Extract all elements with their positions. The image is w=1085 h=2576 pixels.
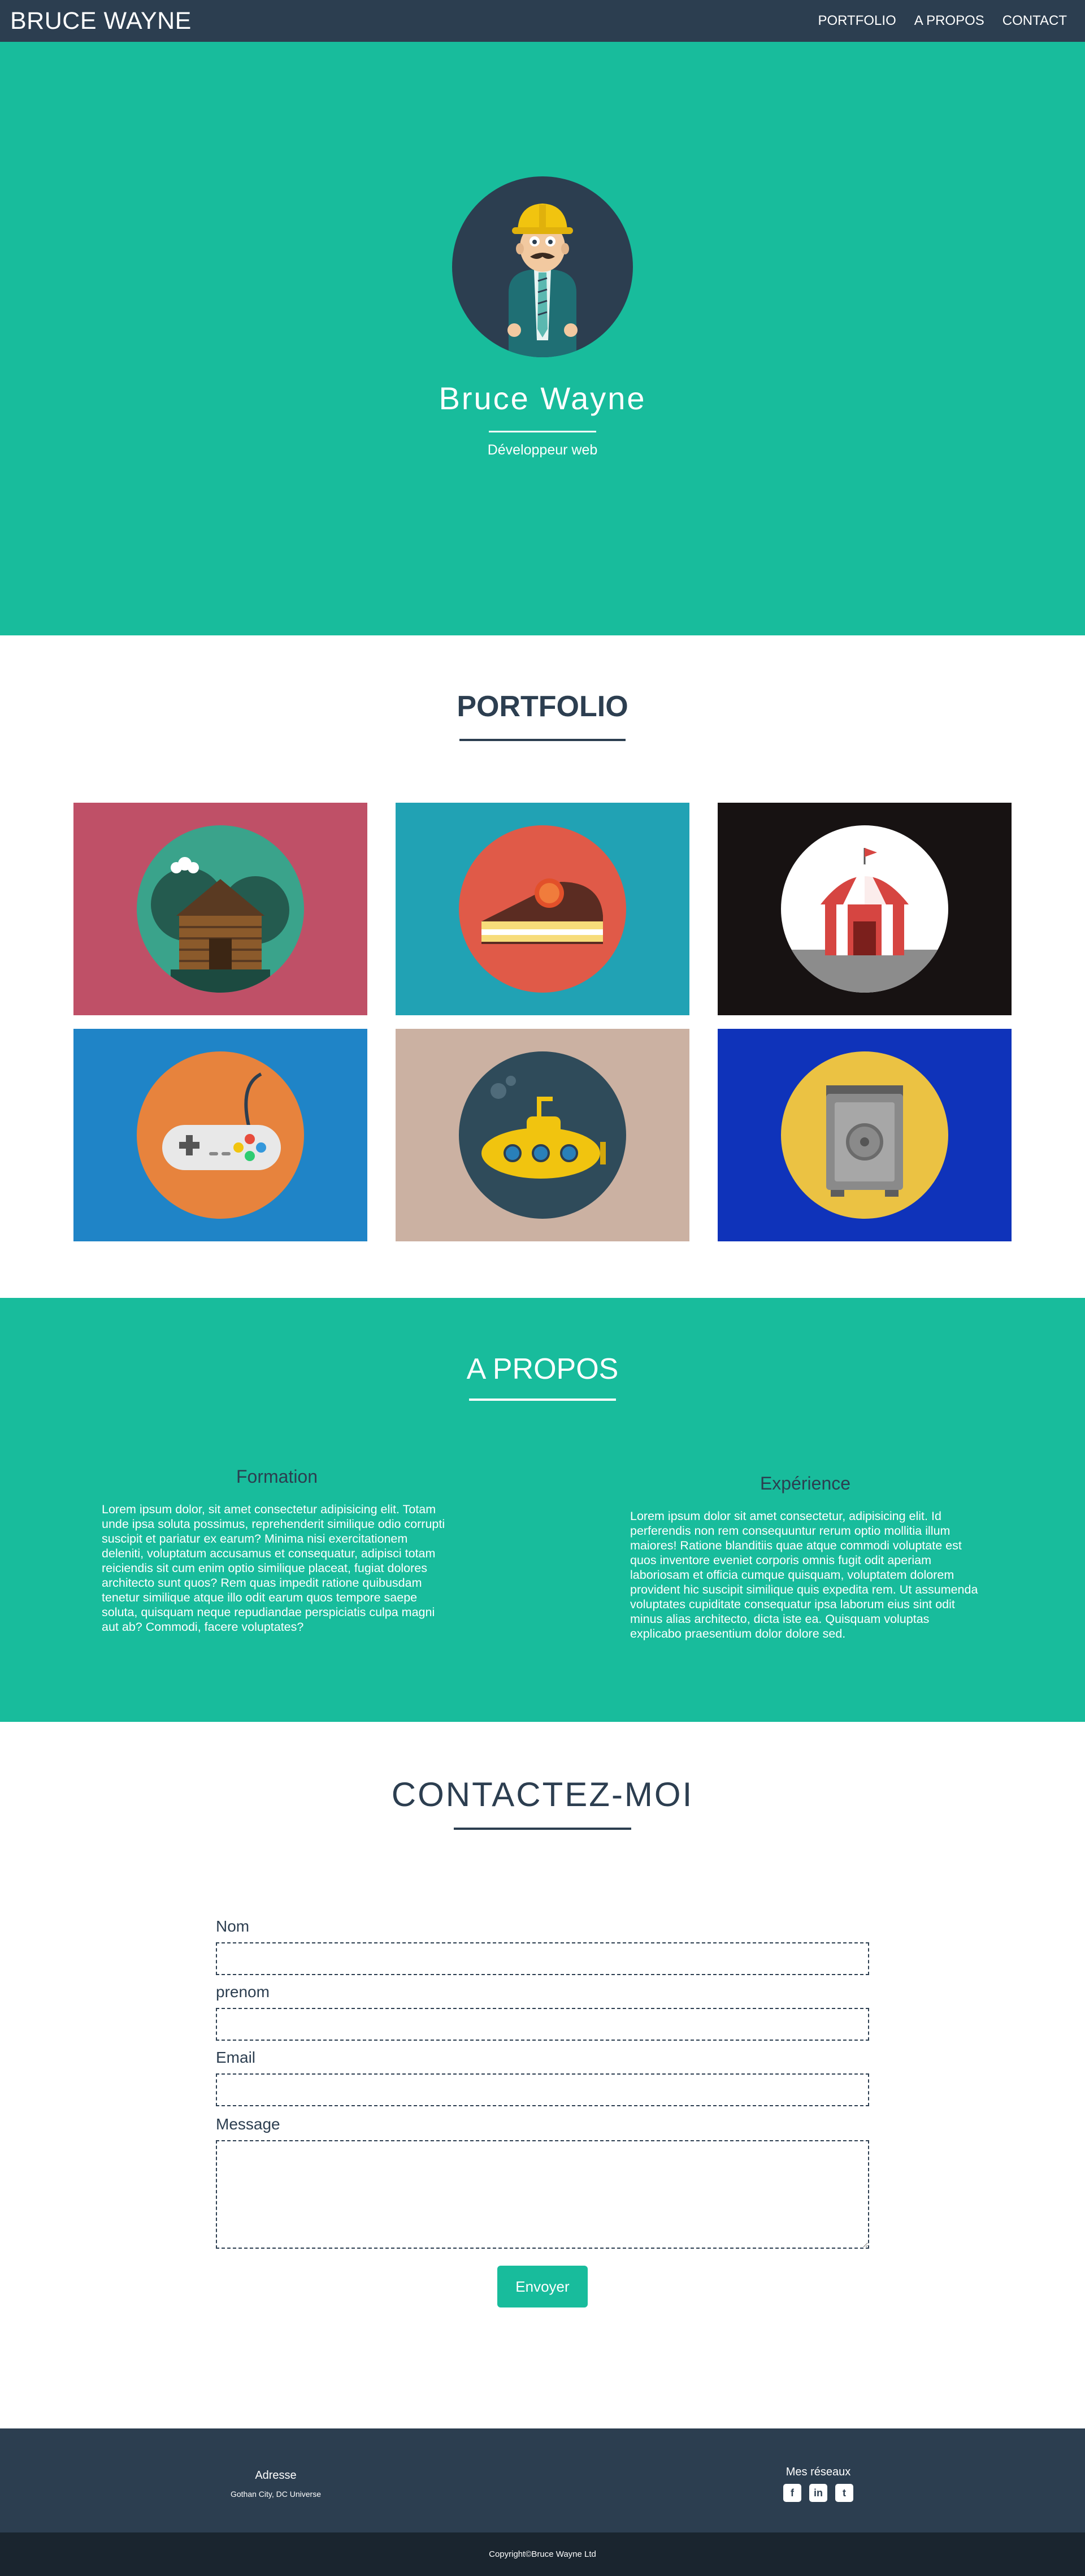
experience-column: Expérience Lorem ipsum dolor sit amet co… [630, 1473, 980, 1641]
portfolio-item-cake[interactable] [396, 803, 689, 1015]
hero-section: Bruce Wayne Développeur web [0, 42, 1085, 635]
address-text: Gothan City, DC Universe [230, 2490, 321, 2499]
cabin-icon [137, 825, 304, 993]
nav-links: PORTFOLIO A PROPOS CONTACT [818, 13, 1067, 29]
linkedin-icon[interactable]: in [809, 2484, 827, 2502]
copyright-text: Copyright©Bruce Wayne Ltd [489, 2549, 596, 2559]
builder-avatar-icon [452, 176, 633, 357]
portfolio-item-cabin[interactable] [73, 803, 367, 1015]
copyright-bar: Copyright©Bruce Wayne Ltd [0, 2532, 1085, 2576]
submarine-icon [459, 1051, 626, 1219]
email-field[interactable] [216, 2073, 869, 2106]
safe-icon [781, 1051, 948, 1219]
social-links: f in t [783, 2484, 853, 2502]
message-label: Message [216, 2115, 280, 2133]
formation-text: Lorem ipsum dolor, sit amet consectetur … [102, 1503, 445, 1634]
message-field[interactable] [216, 2140, 869, 2249]
brand-link[interactable]: BRUCE WAYNE [10, 7, 192, 35]
social-title: Mes réseaux [785, 2466, 851, 2478]
nav-link-contact[interactable]: CONTACT [1002, 13, 1067, 29]
formation-heading: Formation [236, 1466, 318, 1487]
about-divider [469, 1399, 616, 1401]
portfolio-title: PORTFOLIO [457, 690, 628, 723]
portfolio-item-safe[interactable] [718, 1029, 1012, 1241]
prenom-field[interactable] [216, 2008, 869, 2041]
formation-column: Formation Lorem ipsum dolor, sit amet co… [102, 1466, 452, 1634]
hero-name: Bruce Wayne [439, 380, 646, 416]
nav-link-a-propos[interactable]: A PROPOS [914, 13, 984, 29]
portfolio-item-controller[interactable] [73, 1029, 367, 1241]
hero-subtitle: Développeur web [487, 442, 598, 458]
hero-divider [489, 431, 596, 432]
contact-title: CONTACTEZ-MOI [391, 1776, 694, 1813]
experience-text: Lorem ipsum dolor sit amet consectetur, … [630, 1509, 978, 1640]
experience-heading: Expérience [760, 1473, 851, 1493]
email-label: Email [216, 2049, 256, 2066]
nom-field[interactable] [216, 1942, 869, 1975]
about-title: A PROPOS [466, 1353, 619, 1386]
footer: Adresse Gothan City, DC Universe Mes rés… [0, 2428, 1085, 2532]
address-title: Adresse [255, 2469, 297, 2482]
facebook-icon[interactable]: f [783, 2484, 801, 2502]
portfolio-item-circus[interactable] [718, 803, 1012, 1015]
cake-icon [459, 825, 626, 993]
circus-tent-icon [781, 825, 948, 993]
nav-link-portfolio[interactable]: PORTFOLIO [818, 13, 896, 29]
contact-divider [454, 1828, 631, 1830]
portfolio-item-submarine[interactable] [396, 1029, 689, 1241]
portfolio-divider [459, 739, 626, 741]
twitter-icon[interactable]: t [835, 2484, 853, 2502]
nom-label: Nom [216, 1917, 250, 1935]
game-controller-icon [137, 1051, 304, 1219]
submit-button[interactable]: Envoyer [497, 2266, 588, 2307]
about-section: A PROPOS Formation Lorem ipsum dolor, si… [0, 1298, 1085, 1722]
navbar: BRUCE WAYNE PORTFOLIO A PROPOS CONTACT [0, 0, 1085, 42]
prenom-label: prenom [216, 1983, 270, 2001]
